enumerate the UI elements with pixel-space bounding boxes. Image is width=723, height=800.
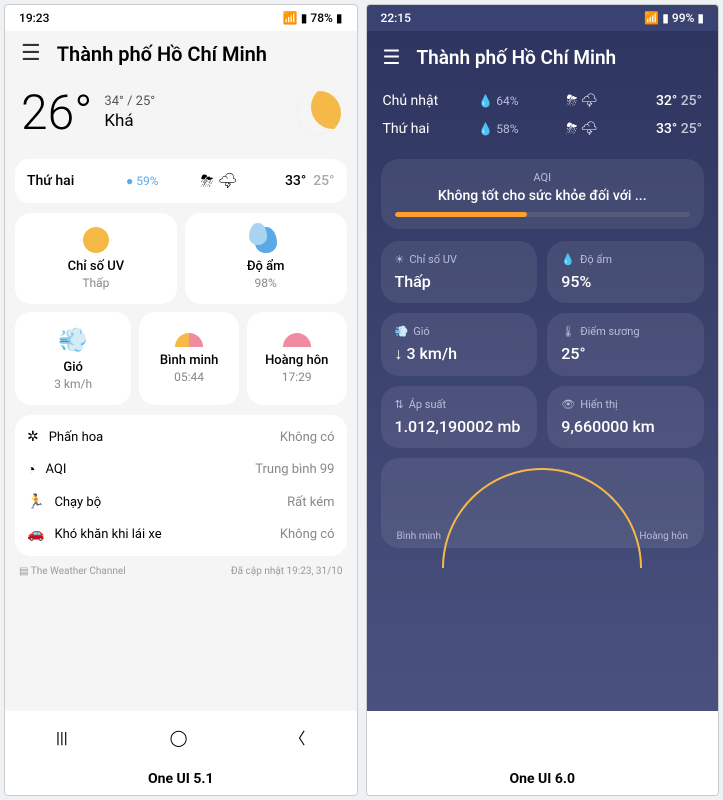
forecast-day: Thứ hai: [27, 173, 104, 189]
sun-icon: ☀: [395, 253, 405, 266]
uv-card[interactable]: ☀Chỉ số UV Thấp: [381, 241, 538, 303]
sun-card[interactable]: Bình minh Hoàng hôn: [381, 458, 705, 548]
hi-lo: 34° / 25°: [104, 94, 155, 109]
rain-storm-icon: ⛈: [201, 171, 214, 191]
sunrise-label: Bình minh: [397, 531, 441, 542]
wind-card[interactable]: 💨 Gió 3 km/h: [15, 312, 131, 405]
sunset-icon: [283, 333, 311, 347]
sunset-label: Hoàng hôn: [639, 531, 688, 542]
nav-recents[interactable]: |||: [56, 728, 68, 747]
info-driving: 🚗Khó khăn khi lái xe Không có: [27, 518, 335, 550]
info-aqi: ◔AQI Trung bình 99: [27, 453, 335, 486]
storm-icon: ⛈: [566, 93, 577, 109]
status-time: 19:23: [19, 11, 49, 25]
uv-card[interactable]: Chỉ số UV Thấp: [15, 213, 177, 304]
caption: One UI 6.0: [367, 763, 719, 795]
footer: ▤ The Weather Channel Đã cập nhật 19:23,…: [15, 556, 347, 587]
status-bar: 22:15 📶 ▮ 99% ▮: [367, 5, 719, 31]
gauge-icon: ⇅: [395, 398, 404, 411]
status-right: 📶 ▮ 99% ▮: [644, 11, 704, 25]
last-updated: Đã cập nhật 19:23, 31/10: [231, 566, 343, 577]
drop-icon: 💧: [478, 122, 493, 136]
pollen-icon: ✲: [27, 429, 39, 445]
battery-icon: ▮: [697, 11, 704, 25]
info-running: 🏃Chạy bộ Rất kém: [27, 486, 335, 518]
wifi-icon: 📶: [283, 11, 298, 25]
current-temp: 26°: [21, 84, 92, 141]
nav-home[interactable]: ◯: [170, 728, 188, 747]
info-pollen: ✲Phấn hoa Không có: [27, 421, 335, 453]
phone-oneui51: 19:23 📶 ▮ 78% ▮ ☰ Thành phố Hồ Chí Minh …: [4, 4, 358, 796]
menu-icon[interactable]: ☰: [383, 45, 401, 69]
humidity-card[interactable]: 💧Độ ẩm 95%: [547, 241, 704, 303]
caption: One UI 5.1: [5, 763, 357, 795]
city-name[interactable]: Thành phố Hồ Chí Minh: [416, 46, 616, 69]
condition: Khá: [104, 111, 155, 131]
status-bar: 19:23 📶 ▮ 78% ▮: [5, 5, 357, 31]
drop-icon: 💧: [478, 94, 493, 108]
moon-icon: [297, 91, 341, 135]
header: ☰ Thành phố Hồ Chí Minh: [381, 31, 705, 87]
navbar: ||| ◯ 〈: [5, 711, 357, 763]
battery-icon: ▮: [336, 11, 343, 25]
eye-icon: 👁: [561, 398, 575, 411]
drop-icon: [255, 227, 277, 253]
wind-icon: 💨: [58, 326, 88, 354]
forecast-temps: 33° 25°: [258, 173, 335, 189]
forecast-row-1[interactable]: Thứ hai 💧58% ⛈🌩 33° 25°: [381, 115, 705, 143]
battery-text: 78%: [310, 11, 332, 25]
forecast-pop: ● 59%: [104, 174, 181, 188]
header: ☰ Thành phố Hồ Chí Minh: [15, 31, 347, 76]
aqi-title: AQI: [395, 171, 691, 184]
aqi-text: Không tốt cho sức khỏe đối với ...: [395, 188, 691, 204]
wifi-icon: 📶: [644, 11, 659, 25]
drop-icon: 💧: [561, 253, 575, 266]
sun-icon: [83, 227, 109, 253]
sunrise-icon: [175, 333, 203, 347]
wind-card[interactable]: 💨Gió ↓ 3 km/h: [381, 313, 538, 376]
humidity-card[interactable]: Độ ẩm 98%: [185, 213, 347, 304]
menu-icon[interactable]: ☰: [21, 41, 41, 66]
storm-icon: ⛈: [566, 121, 577, 137]
aqi-card[interactable]: AQI Không tốt cho sức khỏe đối với ...: [381, 159, 705, 229]
aqi-bar: [395, 212, 691, 217]
battery-text: 99%: [672, 11, 694, 25]
phone-oneui60: 22:15 📶 ▮ 99% ▮ ☰ Thành phố Hồ Chí Minh …: [366, 4, 720, 796]
forecast-icons: ⛈ 🌩: [181, 171, 258, 191]
nav-back[interactable]: 〈: [290, 725, 306, 749]
provider: ▤ The Weather Channel: [19, 566, 126, 577]
sunrise-card[interactable]: Bình minh 05:44: [139, 312, 239, 405]
status-time: 22:15: [381, 11, 411, 25]
visibility-card[interactable]: 👁Hiển thị 9,660000 km: [547, 386, 704, 448]
city-name[interactable]: Thành phố Hồ Chí Minh: [57, 42, 267, 66]
signal-icon: ▮: [301, 11, 308, 25]
nav-home[interactable]: ◯: [531, 728, 549, 747]
dewpoint-card[interactable]: 🌡Điểm sương 25°: [547, 313, 704, 376]
signal-icon: ▮: [662, 11, 669, 25]
car-icon: 🚗: [27, 526, 44, 542]
status-right: 📶 ▮ 78% ▮: [283, 11, 343, 25]
aqi-icon: ◔: [27, 461, 35, 478]
navbar: ||| ◯ 〈: [367, 711, 719, 763]
sun-arc-icon: [442, 468, 642, 568]
forecast-row-0[interactable]: Chủ nhật 💧64% ⛈🌩 32° 25°: [381, 87, 705, 115]
nav-back[interactable]: 〈: [651, 725, 667, 749]
nav-recents[interactable]: |||: [417, 728, 429, 747]
pressure-card[interactable]: ⇅Áp suất 1.012,190002 mb: [381, 386, 538, 448]
thermometer-icon: 🌡: [561, 325, 575, 338]
storm-icon: 🌩: [217, 171, 237, 191]
thunder-icon: 🌩: [580, 93, 598, 109]
running-icon: 🏃: [27, 494, 44, 510]
thunder-icon: 🌩: [580, 121, 598, 137]
wind-icon: 💨: [395, 325, 409, 338]
sunset-card[interactable]: Hoàng hôn 17:29: [247, 312, 347, 405]
info-card[interactable]: ✲Phấn hoa Không có ◔AQI Trung bình 99 🏃C…: [15, 415, 347, 556]
forecast-row[interactable]: Thứ hai ● 59% ⛈ 🌩 33° 25°: [15, 159, 347, 203]
current-weather: 26° 34° / 25° Khá: [15, 76, 347, 159]
